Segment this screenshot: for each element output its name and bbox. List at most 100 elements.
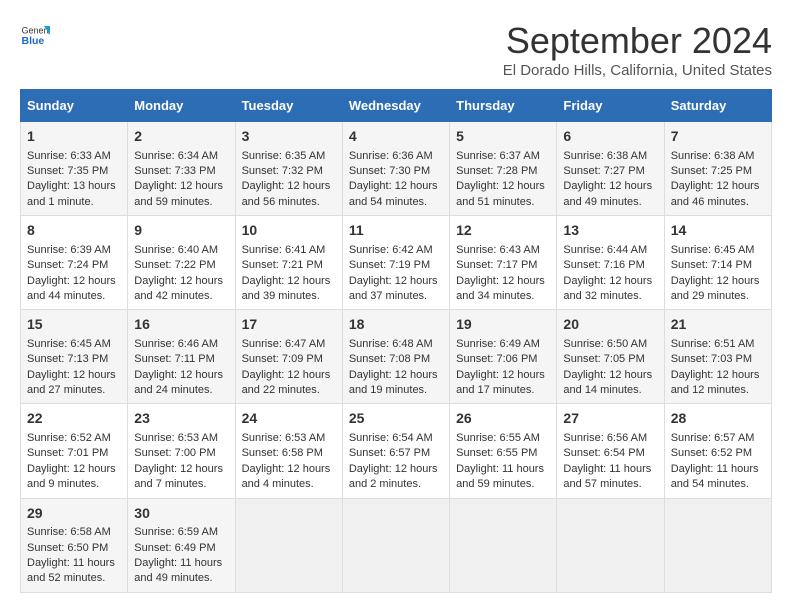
day-info: Sunrise: 6:52 AM (27, 431, 121, 446)
day-info: Daylight: 11 hours (671, 462, 765, 477)
day-number: 3 (242, 127, 336, 147)
day-info: Daylight: 12 hours (242, 274, 336, 289)
calendar-cell: 28Sunrise: 6:57 AMSunset: 6:52 PMDayligh… (664, 404, 771, 498)
day-info: Sunset: 7:30 PM (349, 164, 443, 179)
day-info: Sunrise: 6:46 AM (134, 337, 228, 352)
day-number: 15 (27, 315, 121, 335)
day-number: 6 (563, 127, 657, 147)
header-thursday: Thursday (450, 90, 557, 122)
day-number: 26 (456, 409, 550, 429)
calendar-cell: 30Sunrise: 6:59 AMSunset: 6:49 PMDayligh… (128, 498, 235, 592)
calendar-cell: 14Sunrise: 6:45 AMSunset: 7:14 PMDayligh… (664, 216, 771, 310)
calendar-cell: 26Sunrise: 6:55 AMSunset: 6:55 PMDayligh… (450, 404, 557, 498)
header-sunday: Sunday (21, 90, 128, 122)
calendar-cell: 11Sunrise: 6:42 AMSunset: 7:19 PMDayligh… (342, 216, 449, 310)
calendar-cell: 12 Sunrise: 6:43 AMSunset: 7:17 PMDayligh… (450, 216, 557, 310)
calendar-cell: 17Sunrise: 6:47 AMSunset: 7:09 PMDayligh… (235, 310, 342, 404)
day-info: Sunset: 7:24 PM (27, 258, 121, 273)
day-info: Sunset: 7:09 PM (242, 352, 336, 367)
day-info: and 9 minutes. (27, 477, 121, 492)
day-info: Sunset: 7:11 PM (134, 352, 228, 367)
day-number: 8 (27, 221, 121, 241)
day-info: Daylight: 12 hours (456, 274, 550, 289)
day-info: and 1 minute. (27, 195, 121, 210)
day-number: 2 (134, 127, 228, 147)
day-info: Sunrise: 6:41 AM (242, 243, 336, 258)
day-info: Sunset: 6:57 PM (349, 446, 443, 461)
day-info: Daylight: 12 hours (27, 274, 121, 289)
header-saturday: Saturday (664, 90, 771, 122)
calendar-cell: 7Sunrise: 6:38 AMSunset: 7:25 PMDaylight… (664, 122, 771, 216)
calendar-cell: 21Sunrise: 6:51 AMSunset: 7:03 PMDayligh… (664, 310, 771, 404)
day-info: Daylight: 12 hours (456, 368, 550, 383)
calendar-week-row: 29Sunrise: 6:58 AMSunset: 6:50 PMDayligh… (21, 498, 772, 592)
day-number: 30 (134, 504, 228, 524)
day-info: Sunrise: 6:56 AM (563, 431, 657, 446)
day-info: Daylight: 12 hours (242, 368, 336, 383)
day-number: 23 (134, 409, 228, 429)
day-info: Sunset: 7:25 PM (671, 164, 765, 179)
day-info: Sunrise: 6:49 AM (456, 337, 550, 352)
day-info: Sunset: 6:58 PM (242, 446, 336, 461)
calendar-cell: 16Sunrise: 6:46 AMSunset: 7:11 PMDayligh… (128, 310, 235, 404)
day-info: Sunset: 7:35 PM (27, 164, 121, 179)
day-info: Daylight: 12 hours (134, 368, 228, 383)
calendar-cell: 4 Sunrise: 6:36 AMSunset: 7:30 PMDaylight… (342, 122, 449, 216)
day-info: Daylight: 12 hours (349, 179, 443, 194)
day-info: Sunset: 7:13 PM (27, 352, 121, 367)
day-info: Sunrise: 6:36 AM (349, 149, 443, 164)
calendar-cell (557, 498, 664, 592)
day-info: and 39 minutes. (242, 289, 336, 304)
calendar-cell: 2Sunrise: 6:34 AMSunset: 7:33 PMDaylight… (128, 122, 235, 216)
calendar-header-row: SundayMondayTuesdayWednesdayThursdayFrid… (21, 90, 772, 122)
day-info: and 37 minutes. (349, 289, 443, 304)
day-info: Daylight: 12 hours (242, 179, 336, 194)
day-info: Sunset: 7:19 PM (349, 258, 443, 273)
calendar-cell: 10Sunrise: 6:41 AMSunset: 7:21 PMDayligh… (235, 216, 342, 310)
day-info: Daylight: 12 hours (671, 368, 765, 383)
day-info: and 14 minutes. (563, 383, 657, 398)
day-number: 12 (456, 221, 550, 241)
day-number: 27 (563, 409, 657, 429)
day-info: Daylight: 11 hours (27, 556, 121, 571)
day-info: Daylight: 12 hours (563, 179, 657, 194)
day-info: and 17 minutes. (456, 383, 550, 398)
day-info: Sunset: 7:22 PM (134, 258, 228, 273)
day-number: 4 (349, 127, 443, 147)
calendar-cell: 5Sunrise: 6:37 AMSunset: 7:28 PMDaylight… (450, 122, 557, 216)
calendar-cell: 23Sunrise: 6:53 AMSunset: 7:00 PMDayligh… (128, 404, 235, 498)
calendar-cell: 1Sunrise: 6:33 AMSunset: 7:35 PMDaylight… (21, 122, 128, 216)
day-number: 7 (671, 127, 765, 147)
location-title: El Dorado Hills, California, United Stat… (503, 62, 772, 79)
day-info: Sunset: 7:05 PM (563, 352, 657, 367)
day-info: Sunset: 6:52 PM (671, 446, 765, 461)
day-info: Sunrise: 6:45 AM (27, 337, 121, 352)
day-number: 1 (27, 127, 121, 147)
day-info: Sunset: 7:17 PM (456, 258, 550, 273)
day-number: 25 (349, 409, 443, 429)
day-info: and 59 minutes. (456, 477, 550, 492)
day-info: Daylight: 11 hours (563, 462, 657, 477)
header-friday: Friday (557, 90, 664, 122)
header-tuesday: Tuesday (235, 90, 342, 122)
day-info: and 7 minutes. (134, 477, 228, 492)
day-info: Sunset: 7:01 PM (27, 446, 121, 461)
day-info: Sunset: 7:03 PM (671, 352, 765, 367)
day-info: Sunrise: 6:43 AM (456, 243, 550, 258)
day-info: Daylight: 12 hours (671, 274, 765, 289)
day-info: Daylight: 12 hours (27, 462, 121, 477)
day-number: 28 (671, 409, 765, 429)
day-info: and 56 minutes. (242, 195, 336, 210)
header-monday: Monday (128, 90, 235, 122)
day-info: Sunset: 7:16 PM (563, 258, 657, 273)
day-info: Sunset: 7:33 PM (134, 164, 228, 179)
day-info: Daylight: 13 hours (27, 179, 121, 194)
header: General Blue September 2024 El Dorado Hi… (20, 20, 772, 79)
calendar-cell (450, 498, 557, 592)
svg-text:Blue: Blue (22, 35, 45, 47)
day-info: and 52 minutes. (27, 571, 121, 586)
day-info: Daylight: 12 hours (349, 462, 443, 477)
logo: General Blue (20, 20, 50, 50)
day-info: and 2 minutes. (349, 477, 443, 492)
day-info: Sunrise: 6:59 AM (134, 525, 228, 540)
